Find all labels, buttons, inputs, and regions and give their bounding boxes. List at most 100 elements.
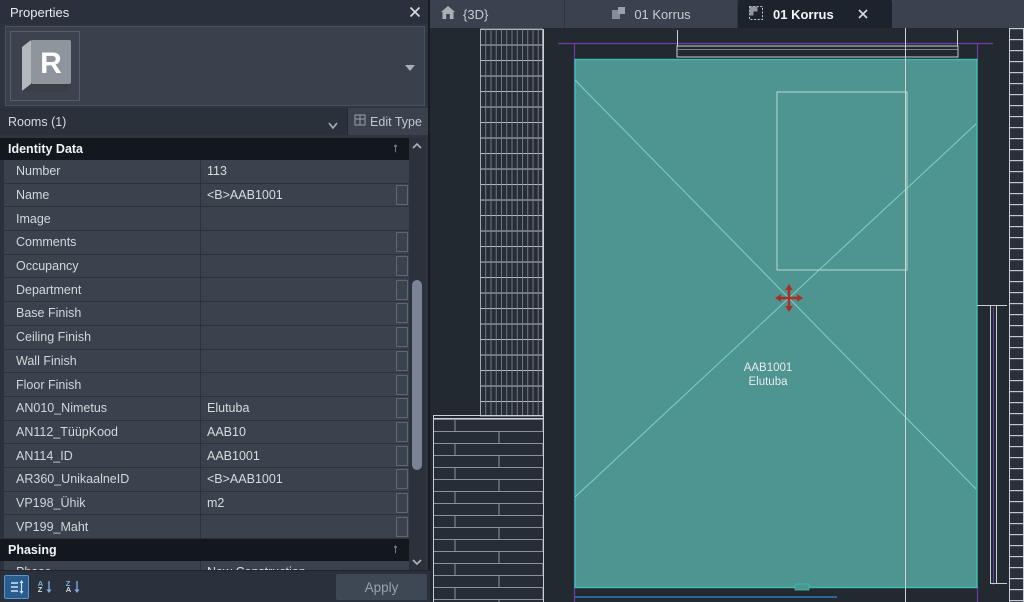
default-sort-button[interactable]	[4, 575, 29, 599]
associate-parameter-box[interactable]	[396, 351, 408, 371]
property-row[interactable]: Wall Finish	[4, 350, 409, 374]
scrollbar-thumb[interactable]	[412, 280, 422, 470]
floor-plan-view[interactable]: AAB1001 Elutuba	[430, 28, 1024, 602]
selection-filter-row: Rooms (1) Edit Type	[0, 108, 428, 135]
property-label: Number	[4, 160, 201, 183]
property-row[interactable]: AR360_UnikaalneID<B>AAB1001	[4, 468, 409, 492]
edit-type-label: Edit Type	[370, 115, 422, 129]
associate-parameter-box[interactable]	[396, 469, 408, 489]
type-selector[interactable]: R	[5, 26, 425, 106]
property-row[interactable]: AN114_IDAAB1001	[4, 444, 409, 468]
associate-parameter-box[interactable]	[396, 422, 408, 442]
parameter-box-cell	[394, 515, 409, 538]
property-value[interactable]: 113	[201, 164, 394, 178]
associate-parameter-box[interactable]	[396, 256, 408, 276]
scroll-down-icon[interactable]	[409, 554, 425, 570]
tab-label: {3D}	[463, 7, 488, 22]
property-row[interactable]: Floor Finish	[4, 373, 409, 397]
property-row[interactable]: Comments	[4, 231, 409, 255]
parameter-box-cell	[394, 184, 409, 207]
parameter-box-cell	[394, 207, 409, 230]
svg-text:R: R	[40, 47, 62, 80]
property-label: VP199_Maht	[4, 515, 201, 538]
parameter-box-cell	[394, 444, 409, 467]
property-label: Occupancy	[4, 255, 201, 278]
parameter-box-cell	[394, 468, 409, 491]
section-header[interactable]: Phasing	[0, 539, 409, 561]
property-label: Name	[4, 184, 201, 207]
associate-parameter-box[interactable]	[396, 375, 408, 395]
tab-3d-view[interactable]: {3D}	[432, 0, 565, 28]
property-row[interactable]: AN010_NimetusElutuba	[4, 397, 409, 421]
property-value[interactable]: <B>AAB1001	[201, 472, 394, 486]
property-value[interactable]: Elutuba	[201, 401, 394, 415]
drawing-canvas-area: {3D} 01 Korrus 01 Korrus	[430, 0, 1024, 602]
property-row[interactable]: Base Finish	[4, 302, 409, 326]
property-row[interactable]: PhaseNew Construction	[4, 561, 409, 570]
associate-parameter-box[interactable]	[396, 517, 408, 537]
parameter-box-cell	[394, 421, 409, 444]
room-label-name[interactable]: Elutuba	[748, 376, 788, 388]
edit-type-button[interactable]: Edit Type	[348, 108, 428, 135]
property-row[interactable]: Occupancy	[4, 255, 409, 279]
chevron-down-icon	[327, 117, 339, 135]
parameter-box-cell	[394, 350, 409, 373]
properties-titlebar[interactable]: Properties	[0, 0, 428, 24]
close-icon[interactable]	[408, 5, 422, 19]
property-label: Floor Finish	[4, 373, 201, 396]
property-value[interactable]: m2	[201, 496, 394, 510]
rooms-filter-dropdown[interactable]: Rooms (1)	[0, 108, 348, 135]
associate-parameter-box[interactable]	[396, 280, 408, 300]
property-label: Wall Finish	[4, 350, 201, 373]
property-row[interactable]: Name<B>AAB1001	[4, 184, 409, 208]
property-label: AN112_TüüpKood	[4, 421, 201, 444]
room-region[interactable]	[575, 60, 977, 588]
parameter-box-cell	[394, 231, 409, 254]
tab-label: 01 Korrus	[773, 7, 834, 22]
property-value[interactable]: AAB1001	[201, 449, 394, 463]
property-value[interactable]: AAB10	[201, 425, 394, 439]
parameter-box-cell	[394, 255, 409, 278]
property-label: Image	[4, 207, 201, 230]
property-label: AN114_ID	[4, 444, 201, 467]
parameter-box-cell	[394, 492, 409, 515]
associate-parameter-box[interactable]	[396, 398, 408, 418]
associate-parameter-box[interactable]	[396, 185, 408, 205]
section-header[interactable]: Identity Data	[0, 138, 409, 160]
tab-01-korrus-active[interactable]: 01 Korrus	[738, 0, 892, 28]
scrollbar[interactable]	[409, 138, 425, 570]
scroll-up-icon[interactable]	[409, 138, 425, 154]
property-row[interactable]: Image	[4, 207, 409, 231]
sort-ascending-button[interactable]: AZ	[33, 575, 58, 599]
parameter-box-cell	[394, 326, 409, 349]
apply-button[interactable]: Apply	[336, 574, 427, 600]
room-label-id[interactable]: AAB1001	[744, 362, 793, 374]
pin-icon[interactable]	[384, 543, 399, 557]
pin-icon[interactable]	[384, 142, 399, 156]
associate-parameter-box[interactable]	[396, 446, 408, 466]
associate-parameter-box[interactable]	[396, 303, 408, 323]
properties-toolbar: AZ ZA Apply	[0, 570, 430, 602]
property-row[interactable]: Department	[4, 278, 409, 302]
sort-descending-button[interactable]: ZA	[61, 575, 86, 599]
elevation-icon	[611, 6, 626, 23]
property-row[interactable]: Number113	[4, 160, 409, 184]
associate-parameter-box[interactable]	[396, 232, 408, 252]
property-row[interactable]: Ceiling Finish	[4, 326, 409, 350]
section-title: Phasing	[0, 543, 57, 557]
associate-parameter-box[interactable]	[396, 493, 408, 513]
property-row[interactable]: VP199_Maht	[4, 515, 409, 539]
chevron-down-icon[interactable]	[404, 59, 416, 77]
grid-hatch-wall[interactable]	[481, 29, 543, 416]
property-row[interactable]: VP198_Ühikm2	[4, 492, 409, 516]
parameter-box-cell	[394, 160, 409, 183]
parameter-box-cell	[394, 302, 409, 325]
property-value[interactable]: <B>AAB1001	[201, 188, 394, 202]
associate-parameter-box[interactable]	[396, 327, 408, 347]
tab-close-icon[interactable]	[857, 8, 869, 20]
property-row[interactable]: AN112_TüüpKoodAAB10	[4, 421, 409, 445]
home-icon	[440, 5, 456, 23]
ladder-hatch-wall[interactable]	[1009, 28, 1024, 602]
tab-01-korrus-inactive[interactable]: 01 Korrus	[565, 0, 738, 28]
brick-hatch-wall[interactable]	[433, 419, 543, 602]
